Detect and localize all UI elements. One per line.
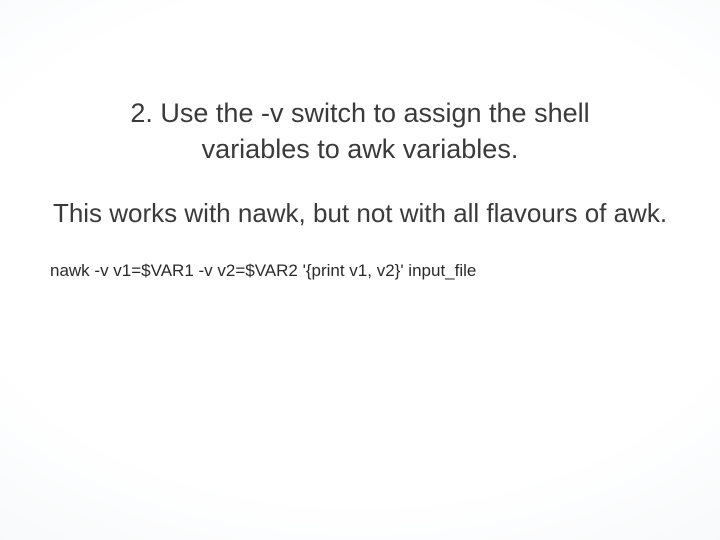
slide-heading: 2. Use the -v switch to assign the shell… — [80, 95, 640, 168]
slide-subtext: This works with nawk, but not with all f… — [50, 196, 670, 231]
slide-body: 2. Use the -v switch to assign the shell… — [0, 0, 720, 540]
code-example: nawk -v v1=$VAR1 -v v2=$VAR2 '{print v1,… — [50, 261, 672, 281]
